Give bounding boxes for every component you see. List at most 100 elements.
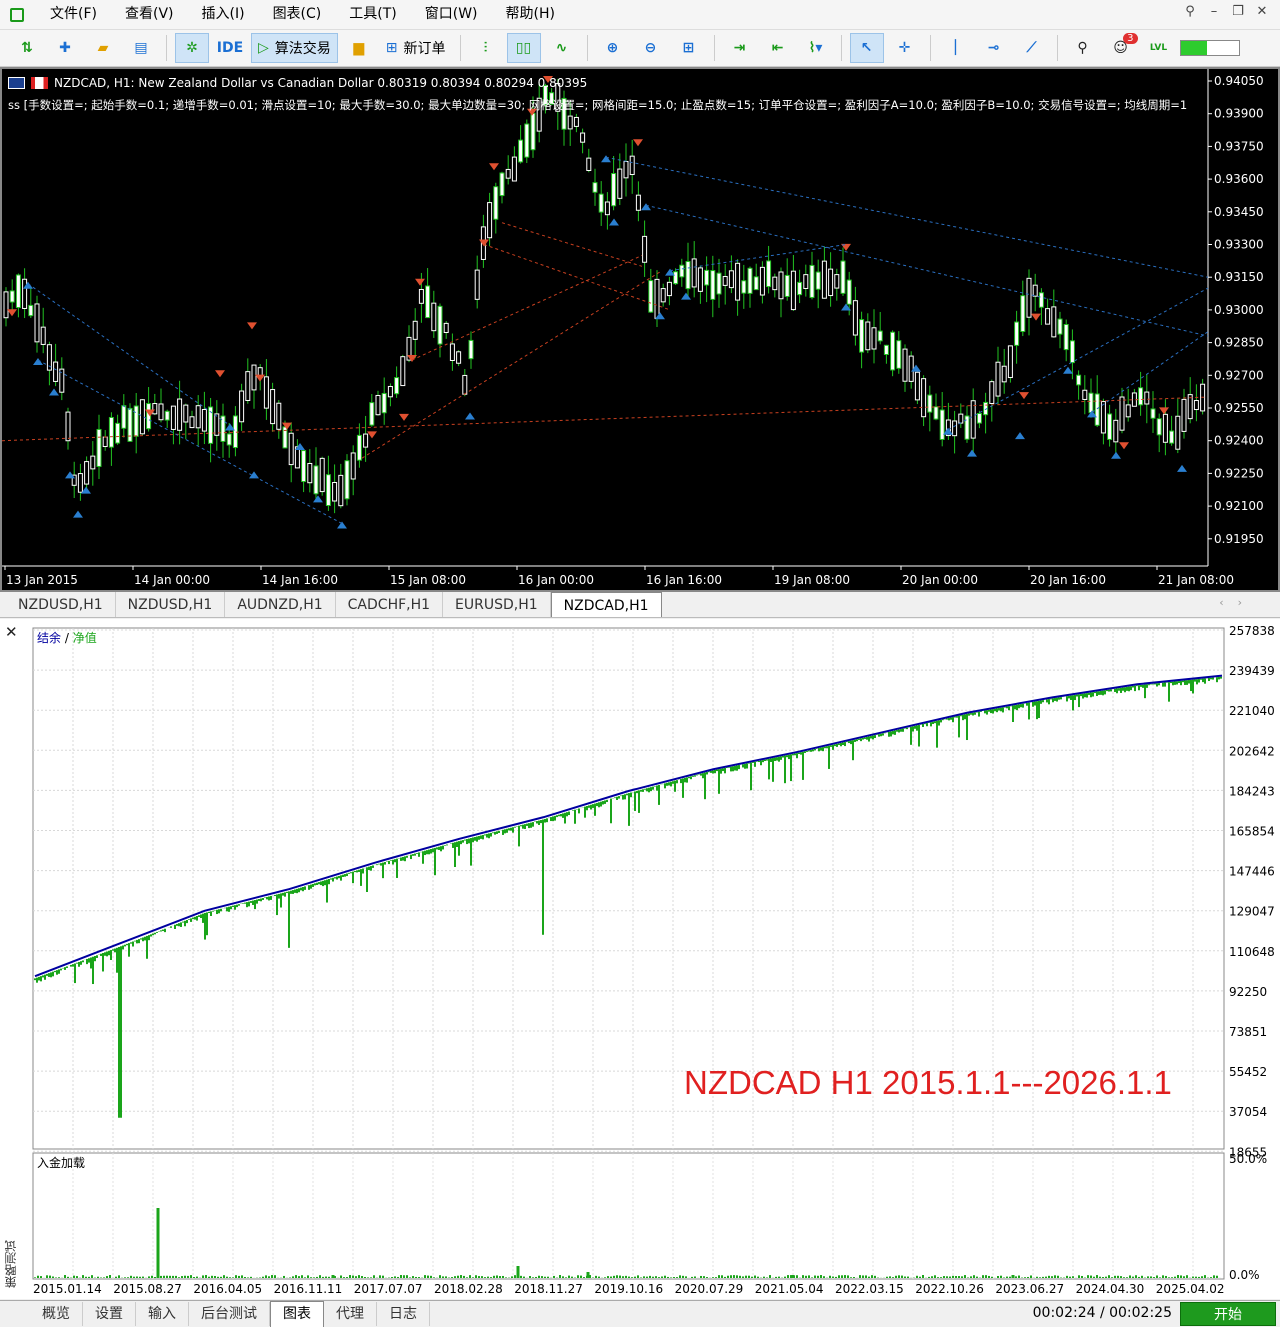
chart-shift-icon[interactable]: ⇤ (761, 33, 795, 63)
menu-file[interactable]: 文件(F) (36, 0, 111, 29)
ide-button[interactable]: IDE (213, 33, 247, 63)
candle-body (1119, 396, 1125, 431)
tab-eurusd[interactable]: EURUSD,H1 (443, 592, 551, 617)
candle-body (201, 408, 207, 432)
candle-body (251, 364, 257, 391)
candle-body (1175, 415, 1181, 450)
tab-nzdusd-2[interactable]: NZDUSD,H1 (116, 592, 226, 617)
candle-body (1094, 393, 1100, 426)
candle-body (288, 432, 294, 466)
tab-overview[interactable]: 概览 (30, 1301, 83, 1326)
profiles-folder-icon[interactable]: ▰ (86, 33, 120, 63)
candle-body (828, 268, 834, 297)
y-axis-label: 147446 (1229, 865, 1275, 879)
candle-body (1107, 413, 1113, 440)
buy-trade-line (37, 359, 343, 524)
add-chart-icon[interactable]: ✚ (48, 33, 82, 63)
minimize-icon[interactable]: – (1202, 4, 1226, 19)
candle-body (418, 288, 424, 304)
pin-icon[interactable]: ⚲ (1178, 4, 1202, 19)
candle-body (425, 285, 431, 319)
tab-settings[interactable]: 设置 (83, 1301, 136, 1326)
candle-body (877, 330, 883, 342)
candle-body (1063, 323, 1069, 351)
toolbar-divider (929, 35, 931, 61)
toolbar-divider (166, 35, 167, 61)
candle-body (338, 474, 344, 507)
candle-body (195, 405, 201, 429)
zoom-in-icon[interactable]: ⊕ (596, 33, 630, 63)
cursor-icon[interactable]: ↖ (849, 33, 884, 63)
candle-body (958, 413, 964, 424)
tab-audnzd[interactable]: AUDNZD,H1 (225, 592, 336, 617)
candle-body (313, 465, 319, 495)
tab-nzdusd-1[interactable]: NZDUSD,H1 (6, 592, 116, 617)
close-icon[interactable]: ✕ (1250, 4, 1274, 19)
tab-journal[interactable]: 日志 (377, 1301, 430, 1326)
candle-body (84, 461, 90, 485)
trendline-icon[interactable]: ⟋ (1015, 33, 1049, 63)
notifications-icon[interactable]: ☺ 3 (1104, 33, 1138, 63)
templates-icon[interactable]: ▤ (124, 33, 158, 63)
vertical-line-icon[interactable]: ⏐ (939, 33, 973, 63)
candle-body (505, 168, 511, 179)
zoom-out-icon[interactable]: ⊖ (634, 33, 668, 63)
menu-window[interactable]: 窗口(W) (411, 0, 492, 29)
price-chart[interactable]: 0.94050 0.93900 0.93750 0.93600 0.93450 0.933… (0, 67, 1280, 592)
market-bag-icon[interactable]: ▆ (342, 33, 376, 63)
buy-arrow-icon (1015, 432, 1025, 440)
candle-body (580, 132, 586, 143)
time-label: 19 Jan 08:00 (774, 573, 850, 587)
candle-body (815, 271, 821, 290)
toolbar-divider (1056, 35, 1058, 61)
start-button[interactable]: 开始 (1180, 1302, 1276, 1326)
menu-help[interactable]: 帮助(H) (492, 0, 569, 29)
tab-inputs[interactable]: 输入 (136, 1301, 189, 1326)
tab-cadchf[interactable]: CADCHF,H1 (336, 592, 444, 617)
line-chart-icon[interactable]: ∿ (545, 33, 579, 63)
menu-insert[interactable]: 插入(I) (188, 0, 259, 29)
tab-graph[interactable]: 图表 (270, 1300, 324, 1327)
market-watch-icon[interactable]: ✲ (175, 33, 209, 63)
candle-body (133, 405, 139, 437)
candle-body (654, 278, 660, 319)
close-panel-icon[interactable]: ✕ (5, 623, 18, 641)
load-top-label: 50.0% (1229, 1152, 1267, 1166)
candle-body (952, 420, 958, 437)
signal-level-icon[interactable]: LVL (1142, 33, 1176, 63)
candle-body (598, 193, 604, 213)
trade-arrows-icon[interactable]: ⇅ (10, 33, 44, 63)
search-icon[interactable]: ⚲ (1066, 33, 1100, 63)
tab-backtest[interactable]: 后台测试 (189, 1301, 270, 1326)
candle-body (96, 428, 102, 467)
candlestick-icon[interactable]: ▯▯ (506, 33, 541, 63)
candle-body (927, 394, 933, 413)
tile-windows-icon[interactable]: ⊞ (672, 33, 706, 63)
candle-body (586, 157, 592, 171)
price-label: 0.92700 (1214, 368, 1264, 382)
candle-body (821, 260, 827, 299)
restore-icon[interactable]: ❐ (1226, 4, 1250, 19)
price-label: 0.93450 (1214, 205, 1264, 219)
bar-chart-icon[interactable]: ⫶ (469, 33, 503, 63)
crosshair-icon[interactable]: ✛ (888, 33, 922, 63)
tab-scroll-arrows[interactable]: ‹› (1219, 596, 1256, 609)
price-label: 0.93750 (1214, 139, 1264, 153)
candle-body (859, 319, 865, 353)
indicators-icon[interactable]: ⌇ ▾ (799, 33, 833, 63)
candle-body (270, 389, 276, 425)
new-order-button[interactable]: ⊞ 新订单 (380, 33, 452, 63)
algo-trading-button[interactable]: ▷ 算法交易 (251, 33, 338, 63)
y-axis-label: 37054 (1229, 1105, 1267, 1119)
auto-scroll-icon[interactable]: ⇥ (723, 33, 757, 63)
menu-tools[interactable]: 工具(T) (335, 0, 410, 29)
menu-view[interactable]: 查看(V) (111, 0, 188, 29)
candle-body (263, 376, 269, 409)
tab-agents[interactable]: 代理 (324, 1301, 377, 1326)
candle-body (1100, 401, 1106, 434)
tab-nzdcad[interactable]: NZDCAD,H1 (550, 592, 662, 617)
candle-body (177, 398, 183, 431)
horizontal-line-icon[interactable]: ⊸ (977, 33, 1011, 63)
candle-body (704, 269, 710, 286)
menu-charts[interactable]: 图表(C) (259, 0, 336, 29)
